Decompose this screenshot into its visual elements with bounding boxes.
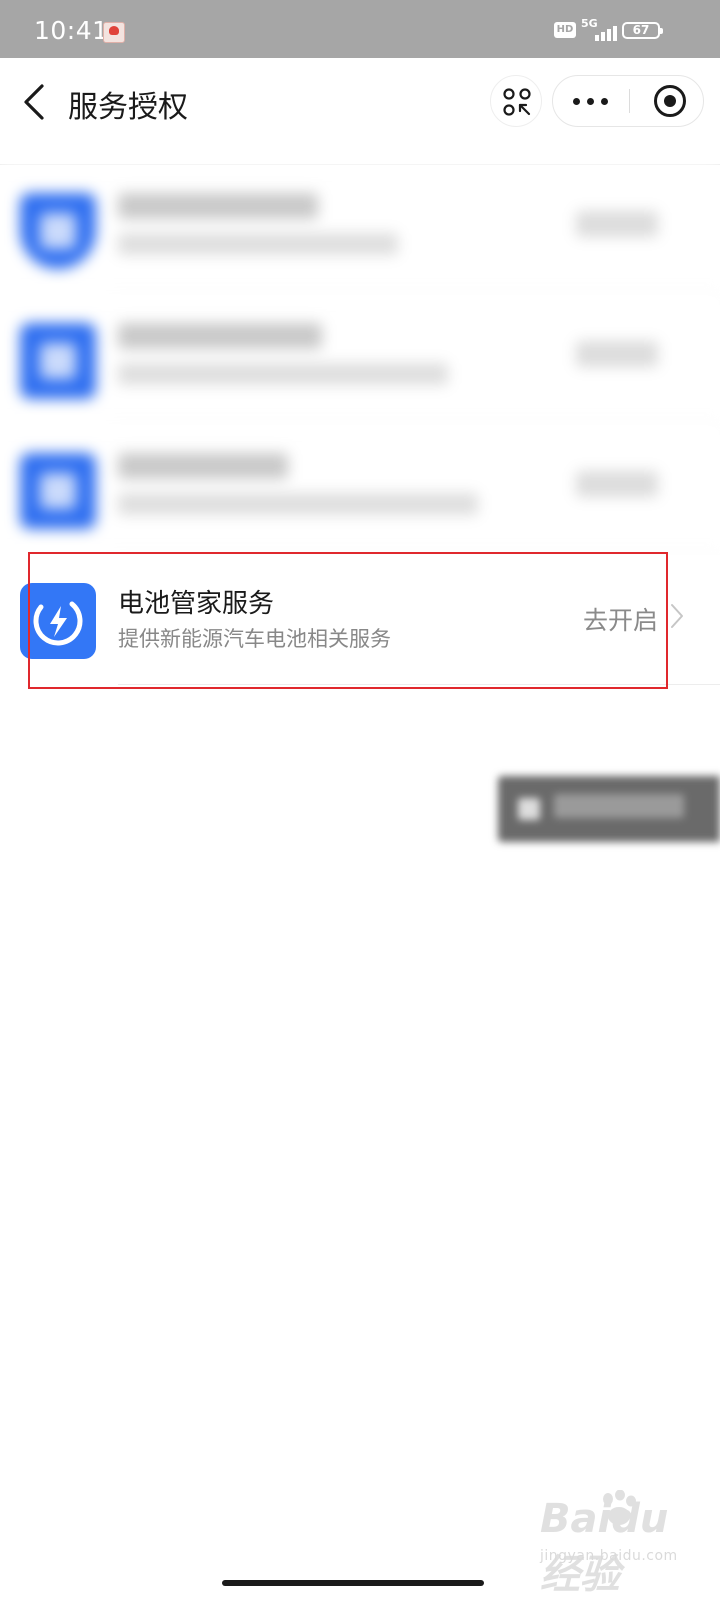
service-item-battery-manager[interactable]: 电池管家服务 提供新能源汽车电池相关服务 去开启 bbox=[0, 555, 720, 685]
scan-code-icon bbox=[503, 88, 531, 116]
chevron-right-icon bbox=[671, 604, 683, 628]
service-description: 提供新能源汽车电池相关服务 bbox=[118, 627, 391, 651]
service-status bbox=[576, 341, 658, 367]
service-r-icon bbox=[20, 323, 96, 399]
service-name: 电池管家服务 bbox=[118, 589, 275, 619]
service-item[interactable] bbox=[0, 425, 720, 555]
chevron-left-icon bbox=[24, 84, 44, 120]
status-bar: 10:41 HD 5G 67 bbox=[0, 0, 720, 58]
more-button[interactable] bbox=[553, 76, 629, 126]
close-mini-program-button[interactable] bbox=[630, 76, 704, 126]
service-message-icon bbox=[20, 453, 96, 529]
service-description bbox=[118, 233, 398, 255]
tip-icon bbox=[518, 798, 540, 820]
nav-bar: 服务授权 bbox=[0, 58, 720, 165]
tip-text bbox=[554, 794, 684, 818]
battery-manager-icon bbox=[20, 583, 96, 659]
service-shield-icon bbox=[20, 193, 96, 269]
hd-badge: HD bbox=[554, 22, 576, 38]
network-type-label: 5G bbox=[581, 17, 598, 30]
target-close-icon bbox=[654, 85, 686, 117]
more-icon bbox=[573, 98, 580, 105]
baidu-jingyan-watermark: Baidu经验 jingyan.baidu.com bbox=[540, 1490, 700, 1598]
mini-program-capsule bbox=[552, 75, 704, 127]
notification-app-icon bbox=[103, 22, 125, 43]
service-name bbox=[118, 323, 322, 349]
service-list: 电池管家服务 提供新能源汽车电池相关服务 去开启 bbox=[0, 165, 720, 685]
scan-button[interactable] bbox=[490, 75, 542, 127]
service-status bbox=[576, 471, 658, 497]
floating-tip-button[interactable] bbox=[498, 776, 720, 842]
page-title: 服务授权 bbox=[68, 90, 188, 125]
service-item[interactable] bbox=[0, 295, 720, 425]
service-item[interactable] bbox=[0, 165, 720, 295]
enable-service-link[interactable]: 去开启 bbox=[583, 601, 658, 637]
back-button[interactable] bbox=[16, 80, 56, 124]
signal-icon: 5G bbox=[581, 15, 617, 43]
service-name bbox=[118, 193, 318, 219]
service-description bbox=[118, 493, 478, 515]
service-name bbox=[118, 453, 288, 479]
service-status bbox=[576, 211, 658, 237]
home-indicator[interactable] bbox=[222, 1580, 484, 1586]
watermark-url: jingyan.baidu.com bbox=[540, 1548, 678, 1564]
battery-icon: 67 bbox=[622, 22, 663, 39]
status-time: 10:41 bbox=[34, 16, 109, 45]
service-description bbox=[118, 363, 448, 385]
